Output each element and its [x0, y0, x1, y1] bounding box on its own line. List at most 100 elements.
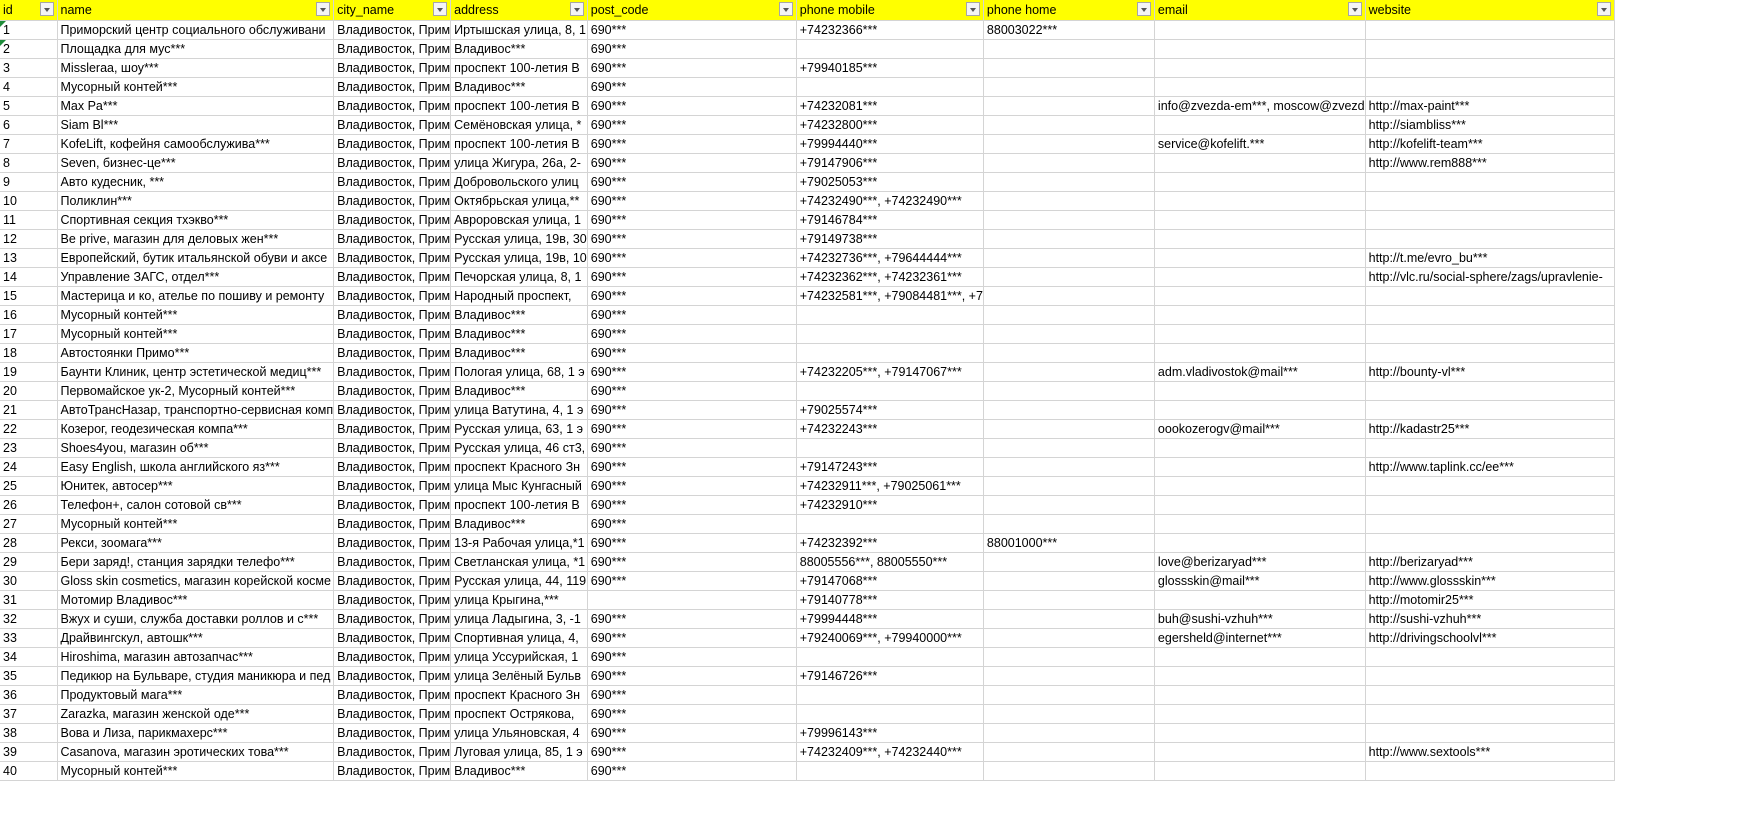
- cell-email[interactable]: [1154, 20, 1366, 40]
- cell-city[interactable]: Владивосток, Прим: [333, 590, 452, 610]
- cell-post[interactable]: 690***: [587, 685, 797, 705]
- cell-email[interactable]: [1154, 723, 1366, 743]
- cell-home[interactable]: [983, 609, 1155, 629]
- cell-mobile[interactable]: +74232409***, +74232440***: [796, 742, 984, 762]
- cell-address[interactable]: проспект 100-летия В: [450, 134, 588, 154]
- cell-id[interactable]: 3: [0, 58, 58, 78]
- cell-city[interactable]: Владивосток, Прим: [333, 267, 452, 287]
- filter-dropdown-icon[interactable]: [569, 2, 584, 16]
- cell-address[interactable]: Семёновская улица, *: [450, 115, 588, 135]
- cell-home[interactable]: [983, 666, 1155, 686]
- cell-id[interactable]: 30: [0, 571, 58, 591]
- cell-mobile[interactable]: [796, 647, 984, 667]
- cell-address[interactable]: улица Жигура, 26а, 2-: [450, 153, 588, 173]
- cell-website[interactable]: http://berizaryad***: [1365, 552, 1615, 572]
- cell-post[interactable]: 690***: [587, 381, 797, 401]
- cell-city[interactable]: Владивосток, Прим: [333, 761, 452, 781]
- filter-dropdown-icon[interactable]: [316, 2, 331, 16]
- cell-city[interactable]: Владивосток, Прим: [333, 20, 452, 40]
- cell-name[interactable]: Easy English, школа английского яз***: [57, 457, 335, 477]
- cell-name[interactable]: KofeLift, кофейня самообслужива***: [57, 134, 335, 154]
- cell-name[interactable]: Рекси, зоомага***: [57, 533, 335, 553]
- column-header-city[interactable]: city_name: [333, 0, 452, 21]
- cell-post[interactable]: 690***: [587, 742, 797, 762]
- cell-id[interactable]: 24: [0, 457, 58, 477]
- cell-post[interactable]: 690***: [587, 153, 797, 173]
- cell-email[interactable]: [1154, 58, 1366, 78]
- cell-city[interactable]: Владивосток, Прим: [333, 96, 452, 116]
- cell-post[interactable]: 690***: [587, 286, 797, 306]
- cell-post[interactable]: 690***: [587, 476, 797, 496]
- cell-home[interactable]: [983, 153, 1155, 173]
- cell-website[interactable]: [1365, 39, 1615, 59]
- cell-name[interactable]: Мусорный контей***: [57, 77, 335, 97]
- cell-address[interactable]: проспект Красного Зн: [450, 685, 588, 705]
- cell-email[interactable]: [1154, 381, 1366, 401]
- cell-post[interactable]: 690***: [587, 229, 797, 249]
- cell-home[interactable]: 88001000***: [983, 533, 1155, 553]
- cell-post[interactable]: 690***: [587, 191, 797, 211]
- cell-email[interactable]: [1154, 191, 1366, 211]
- cell-website[interactable]: [1365, 514, 1615, 534]
- cell-id[interactable]: 2: [0, 39, 58, 59]
- cell-name[interactable]: Seven, бизнес-це***: [57, 153, 335, 173]
- cell-id[interactable]: 13: [0, 248, 58, 268]
- cell-post[interactable]: 690***: [587, 723, 797, 743]
- cell-website[interactable]: http://t.me/evro_bu***: [1365, 248, 1615, 268]
- cell-mobile[interactable]: +74232910***: [796, 495, 984, 515]
- cell-id[interactable]: 12: [0, 229, 58, 249]
- cell-website[interactable]: [1365, 381, 1615, 401]
- cell-website[interactable]: http://vlc.ru/social-sphere/zags/upravle…: [1365, 267, 1615, 287]
- cell-city[interactable]: Владивосток, Прим: [333, 381, 452, 401]
- cell-id[interactable]: 6: [0, 115, 58, 135]
- cell-name[interactable]: Юнитек, автосер***: [57, 476, 335, 496]
- cell-post[interactable]: 690***: [587, 305, 797, 325]
- cell-post[interactable]: 690***: [587, 761, 797, 781]
- cell-city[interactable]: Владивосток, Прим: [333, 172, 452, 192]
- cell-mobile[interactable]: +74232243***: [796, 419, 984, 439]
- cell-mobile[interactable]: +79994440***: [796, 134, 984, 154]
- cell-name[interactable]: Авто кудесник, ***: [57, 172, 335, 192]
- cell-id[interactable]: 29: [0, 552, 58, 572]
- cell-mobile[interactable]: [796, 514, 984, 534]
- cell-home[interactable]: [983, 723, 1155, 743]
- cell-email[interactable]: [1154, 495, 1366, 515]
- cell-website[interactable]: [1365, 286, 1615, 306]
- cell-home[interactable]: [983, 419, 1155, 439]
- cell-id[interactable]: 32: [0, 609, 58, 629]
- cell-website[interactable]: [1365, 647, 1615, 667]
- cell-email[interactable]: [1154, 590, 1366, 610]
- cell-post[interactable]: 690***: [587, 438, 797, 458]
- cell-home[interactable]: [983, 571, 1155, 591]
- cell-name[interactable]: Мастерица и ко, ателье по пошиву и ремон…: [57, 286, 335, 306]
- cell-mobile[interactable]: +74232392***: [796, 533, 984, 553]
- cell-website[interactable]: [1365, 210, 1615, 230]
- cell-name[interactable]: Вжух и суши, служба доставки роллов и с*…: [57, 609, 335, 629]
- cell-post[interactable]: 690***: [587, 571, 797, 591]
- cell-city[interactable]: Владивосток, Прим: [333, 58, 452, 78]
- cell-mobile[interactable]: [796, 39, 984, 59]
- filter-dropdown-icon[interactable]: [1347, 2, 1362, 16]
- cell-city[interactable]: Владивосток, Прим: [333, 628, 452, 648]
- cell-email[interactable]: [1154, 438, 1366, 458]
- cell-website[interactable]: [1365, 533, 1615, 553]
- cell-email[interactable]: [1154, 704, 1366, 724]
- cell-address[interactable]: улица Ватутина, 4, 1 э: [450, 400, 588, 420]
- cell-post[interactable]: 690***: [587, 115, 797, 135]
- cell-home[interactable]: [983, 134, 1155, 154]
- cell-name[interactable]: Мусорный контей***: [57, 514, 335, 534]
- cell-email[interactable]: [1154, 685, 1366, 705]
- cell-mobile[interactable]: [796, 438, 984, 458]
- cell-website[interactable]: http://motomir25***: [1365, 590, 1615, 610]
- cell-mobile[interactable]: +79994448***: [796, 609, 984, 629]
- cell-home[interactable]: [983, 191, 1155, 211]
- cell-website[interactable]: [1365, 172, 1615, 192]
- cell-home[interactable]: [983, 362, 1155, 382]
- cell-email[interactable]: service@kofelift.***: [1154, 134, 1366, 154]
- cell-id[interactable]: 39: [0, 742, 58, 762]
- cell-website[interactable]: [1365, 495, 1615, 515]
- cell-city[interactable]: Владивосток, Прим: [333, 191, 452, 211]
- cell-id[interactable]: 14: [0, 267, 58, 287]
- cell-name[interactable]: Педикюр на Бульваре, студия маникюра и п…: [57, 666, 335, 686]
- cell-name[interactable]: Missleraa, шоу***: [57, 58, 335, 78]
